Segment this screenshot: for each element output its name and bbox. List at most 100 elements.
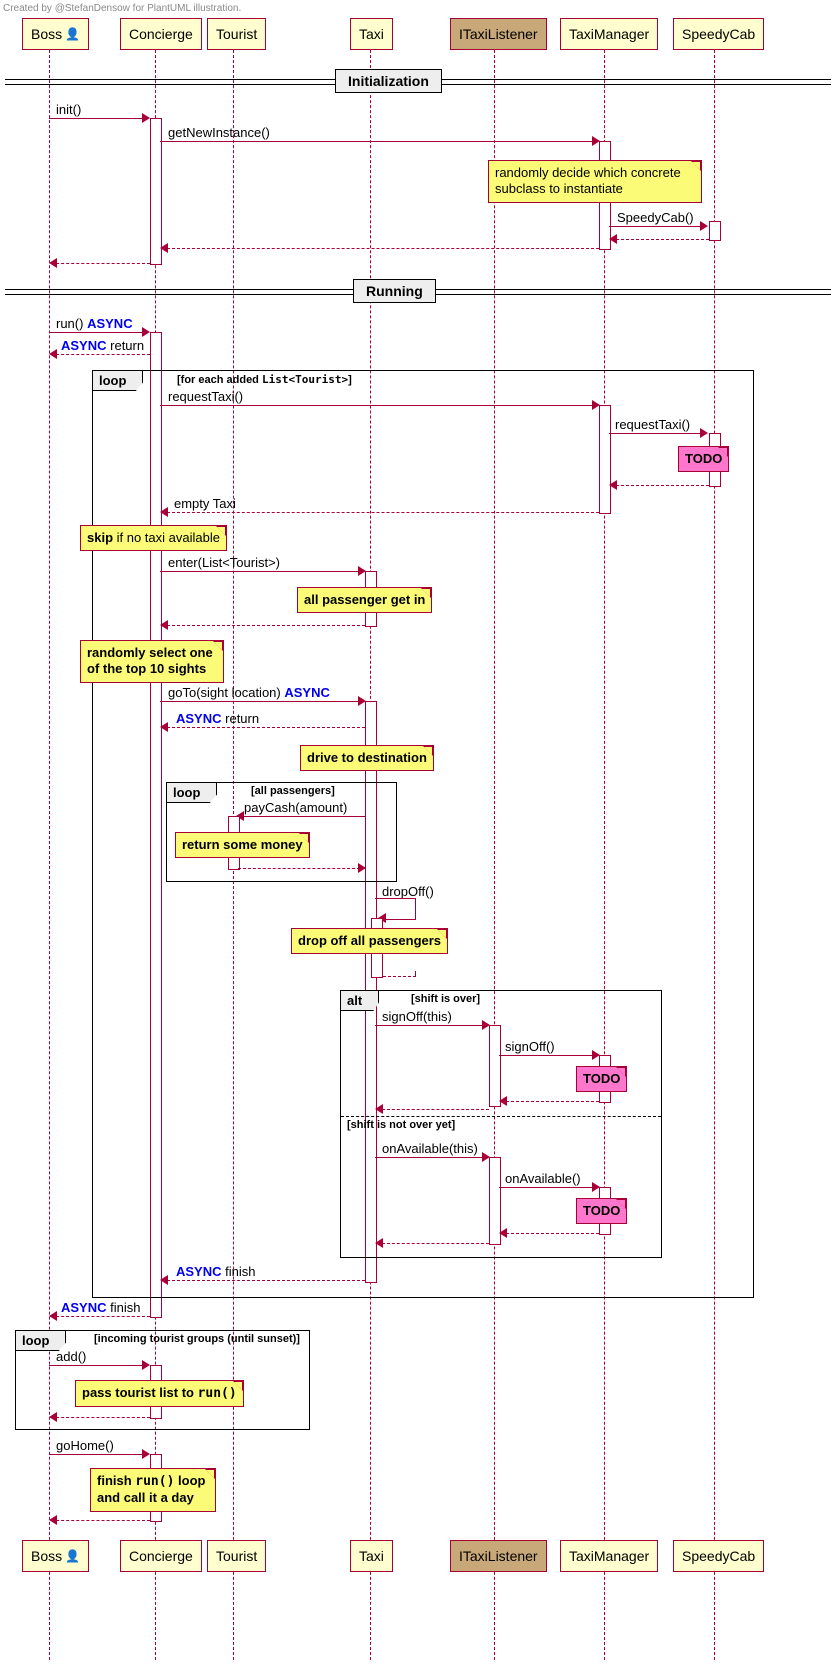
msg-enter: enter(List<Tourist>) bbox=[168, 555, 280, 570]
arrowhead bbox=[49, 1311, 57, 1321]
ret-finish1 bbox=[162, 1280, 365, 1281]
frame-cond-foreach: [for each added List<Tourist>] bbox=[177, 373, 352, 386]
arrowhead bbox=[700, 428, 708, 438]
arrowhead bbox=[49, 1412, 57, 1422]
arrowhead bbox=[160, 507, 168, 517]
ret-drop bbox=[383, 971, 416, 977]
ret-onavail bbox=[377, 1243, 489, 1244]
alt-separator bbox=[341, 1116, 661, 1117]
arrowhead bbox=[142, 113, 150, 123]
ret-reqtaxi2 bbox=[611, 485, 709, 486]
ret-enter bbox=[162, 625, 365, 626]
actor-icon: 👤 bbox=[65, 27, 80, 41]
ret-init bbox=[51, 263, 150, 264]
note-todo-3: TODO bbox=[576, 1198, 627, 1224]
ret-signoff bbox=[377, 1109, 489, 1110]
ret-add bbox=[51, 1417, 150, 1418]
arrow-onavail2 bbox=[499, 1187, 596, 1188]
credit-text: Created by @StefanDensow for PlantUML il… bbox=[3, 3, 241, 14]
participant-concierge-bottom: Concierge bbox=[120, 1540, 202, 1572]
msg-paycash: payCash(amount) bbox=[244, 800, 347, 815]
arrowhead bbox=[49, 258, 57, 268]
note-allgetin: all passenger get in bbox=[297, 587, 432, 613]
msg-add: add() bbox=[56, 1349, 86, 1364]
note-retmoney: return some money bbox=[175, 832, 310, 858]
arrow-paycash bbox=[238, 816, 365, 817]
participant-speedy-top: SpeedyCab bbox=[673, 18, 764, 50]
arrowhead bbox=[160, 722, 168, 732]
frame-cond-shiftover: [shift is over] bbox=[411, 993, 480, 1005]
arrow-onavail bbox=[375, 1157, 486, 1158]
arrow-goto bbox=[160, 701, 362, 702]
participant-speedy-bottom: SpeedyCab bbox=[673, 1540, 764, 1572]
ret-paycash bbox=[238, 868, 365, 869]
sequence-diagram: Created by @StefanDensow for PlantUML il… bbox=[0, 0, 836, 1680]
msg-goto: goTo(sight location) ASYNC bbox=[168, 685, 330, 700]
participant-taxi-bottom: Taxi bbox=[350, 1540, 393, 1572]
ret-speedy bbox=[611, 239, 709, 240]
frame-cond-incoming: [incoming tourist groups (until sunset)] bbox=[94, 1333, 300, 1345]
ret-gohome bbox=[51, 1520, 150, 1521]
arrowhead bbox=[142, 327, 150, 337]
participant-ilistener-bottom: ITaxiListener bbox=[450, 1540, 547, 1572]
frame-tag-loop3: loop bbox=[16, 1331, 66, 1351]
msg-goto-ret: ASYNC return bbox=[176, 711, 259, 726]
ret-goto bbox=[162, 727, 365, 728]
arrow-add bbox=[49, 1365, 146, 1366]
note-passlist: pass tourist list to run() bbox=[75, 1380, 244, 1407]
arrow-run bbox=[49, 332, 146, 333]
note-skip: skip if no taxi available bbox=[80, 525, 227, 551]
msg-reqtaxi2: requestTaxi() bbox=[615, 417, 690, 432]
arrow-signoff bbox=[375, 1025, 486, 1026]
arrow-getnew bbox=[160, 141, 596, 142]
participant-boss-top: Boss👤 bbox=[22, 18, 89, 50]
arrowhead bbox=[142, 1360, 150, 1370]
ret-run bbox=[51, 354, 150, 355]
msg-signoff: signOff(this) bbox=[382, 1009, 452, 1024]
arrow-gohome bbox=[49, 1454, 146, 1455]
msg-finish2: ASYNC finish bbox=[61, 1300, 141, 1315]
ret-emptytaxi bbox=[162, 512, 599, 513]
msg-run-ret: ASYNC return bbox=[61, 338, 144, 353]
actor-icon: 👤 bbox=[65, 1549, 80, 1563]
note-random-subclass: randomly decide which concrete subclass … bbox=[488, 160, 702, 203]
msg-getnew: getNewInstance() bbox=[168, 125, 270, 140]
arrowhead bbox=[375, 1104, 383, 1114]
arrow-reqtaxi bbox=[160, 405, 596, 406]
frame-tag-loop: loop bbox=[93, 371, 143, 391]
frame-cond-passengers: [all passengers] bbox=[251, 785, 335, 797]
note-top10: randomly select one of the top 10 sights bbox=[80, 640, 224, 683]
arrow-init bbox=[49, 118, 146, 119]
arrowhead bbox=[609, 480, 617, 490]
arrowhead bbox=[160, 243, 168, 253]
ret-getnew bbox=[162, 248, 599, 249]
participant-boss-bottom: Boss👤 bbox=[22, 1540, 89, 1572]
arrowhead bbox=[609, 234, 617, 244]
participant-manager-bottom: TaxiManager bbox=[560, 1540, 658, 1572]
ret-finish2 bbox=[51, 1316, 150, 1317]
arrowhead bbox=[700, 221, 708, 231]
frame-tag-alt: alt bbox=[341, 991, 379, 1011]
divider-running: Running bbox=[353, 279, 436, 303]
arrow-speedy bbox=[609, 226, 704, 227]
arrowhead bbox=[49, 1515, 57, 1525]
participant-tourist-bottom: Tourist bbox=[207, 1540, 266, 1572]
note-todo-2: TODO bbox=[576, 1066, 627, 1092]
arrowhead bbox=[375, 1238, 383, 1248]
participant-manager-top: TaxiManager bbox=[560, 18, 658, 50]
msg-init: init() bbox=[56, 102, 81, 117]
participant-concierge-top: Concierge bbox=[120, 18, 202, 50]
note-drive: drive to destination bbox=[300, 745, 434, 771]
arrowhead bbox=[358, 863, 366, 873]
arrowhead bbox=[499, 1228, 507, 1238]
note-finish: finish run() loop and call it a day bbox=[90, 1468, 216, 1512]
msg-finish1: ASYNC finish bbox=[176, 1264, 256, 1279]
msg-onavail2: onAvailable() bbox=[505, 1171, 581, 1186]
ret-signoff2 bbox=[501, 1101, 599, 1102]
participant-ilistener-top: ITaxiListener bbox=[450, 18, 547, 50]
participant-taxi-top: Taxi bbox=[350, 18, 393, 50]
msg-run: run() ASYNC bbox=[56, 316, 133, 331]
activation-manager-req bbox=[599, 405, 611, 514]
msg-emptytaxi: empty Taxi bbox=[174, 496, 236, 511]
msg-dropoff: dropOff() bbox=[382, 884, 434, 899]
